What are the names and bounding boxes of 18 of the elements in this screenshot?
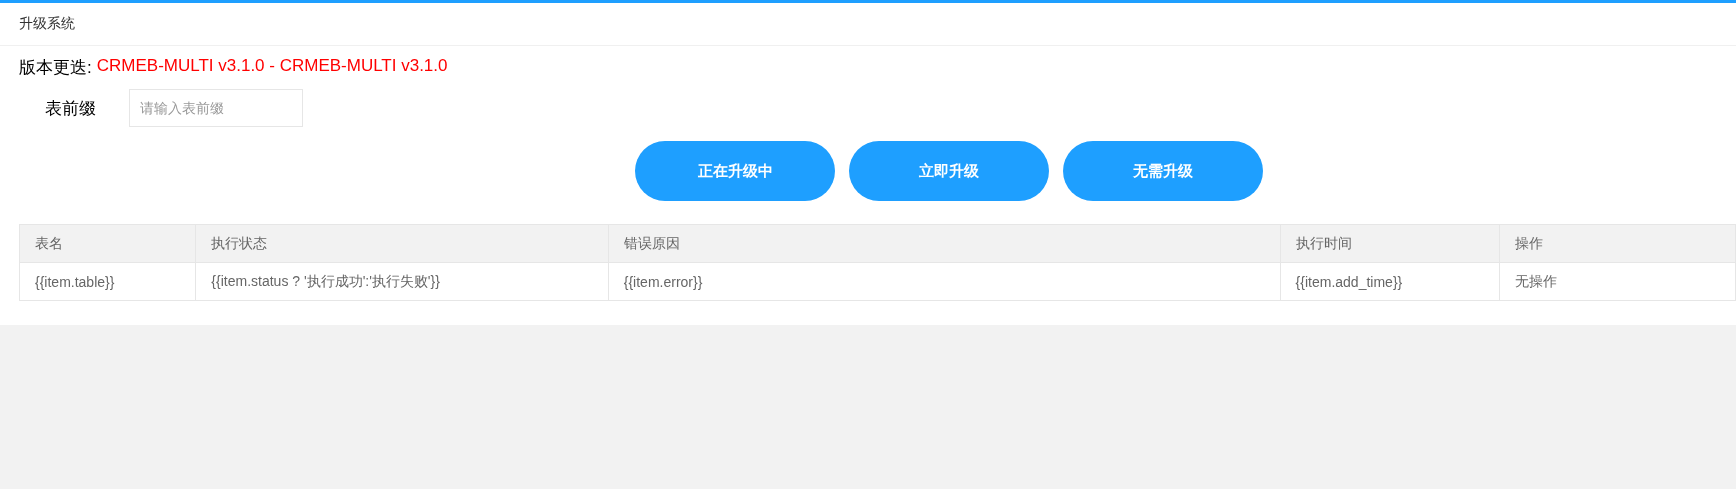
table-cell: {{item.table}} xyxy=(20,263,197,301)
table-cell: 无操作 xyxy=(1500,263,1736,301)
version-text: CRMEB-MULTI v3.1.0 - CRMEB-MULTI v3.1.0 xyxy=(96,56,448,77)
column-header: 表名 xyxy=(20,225,197,263)
page-title: 升级系统 xyxy=(19,15,75,33)
prefix-input-field[interactable]: 请输入表前缀 xyxy=(129,89,303,127)
table-cell: {{item.error}} xyxy=(608,263,1281,301)
field-label: 表前缀 xyxy=(45,97,97,120)
upgrade-button[interactable]: 立即升级 xyxy=(849,141,1049,201)
column-header: 错误原因 xyxy=(608,225,1281,263)
table-cell: {{item.add_time}} xyxy=(1280,263,1501,301)
upgrade-button[interactable]: 无需升级 xyxy=(1063,141,1263,201)
table-cell: {{item.status ? '执行成功':'执行失败'}} xyxy=(196,263,609,301)
column-header: 执行时间 xyxy=(1280,225,1501,263)
column-header: 执行状态 xyxy=(196,225,609,263)
column-header: 操作 xyxy=(1500,225,1736,263)
version-label: 版本更迭: xyxy=(19,57,92,79)
upgrade-button[interactable]: 正在升级中 xyxy=(635,141,835,201)
